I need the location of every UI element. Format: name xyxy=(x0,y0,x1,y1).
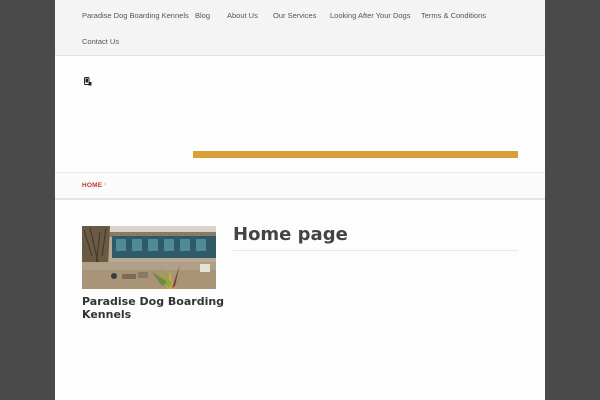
breadcrumb-home-link[interactable]: HOME xyxy=(82,182,102,189)
nav-item-contact-us[interactable]: Contact Us xyxy=(82,37,119,46)
sidebar-title[interactable]: Paradise Dog Boarding Kennels xyxy=(82,295,232,321)
nav-item-blog[interactable]: Blog xyxy=(195,11,210,20)
nav-item-paradise-dog-boarding-kennels[interactable]: Paradise Dog Boarding Kennels xyxy=(82,11,189,20)
nav-item-our-services[interactable]: Our Services xyxy=(273,11,316,20)
site-header xyxy=(55,57,545,171)
kennel-photo[interactable] xyxy=(82,226,216,289)
page-container: Paradise Dog Boarding Kennels Blog About… xyxy=(55,0,545,400)
nav-item-looking-after-your-dogs[interactable]: Looking After Your Dogs xyxy=(330,11,410,20)
nav-item-terms-conditions[interactable]: Terms & Conditions xyxy=(421,11,486,20)
breadcrumb-separator: › xyxy=(104,181,107,188)
header-accent-bar xyxy=(193,151,518,158)
mobile-phone-icon[interactable] xyxy=(84,71,92,86)
breadcrumb: HOME › xyxy=(55,172,545,200)
main-navigation: Paradise Dog Boarding Kennels Blog About… xyxy=(55,0,545,56)
title-divider xyxy=(233,250,518,251)
nav-item-about-us[interactable]: About Us xyxy=(227,11,258,20)
page-title: Home page xyxy=(233,224,348,245)
